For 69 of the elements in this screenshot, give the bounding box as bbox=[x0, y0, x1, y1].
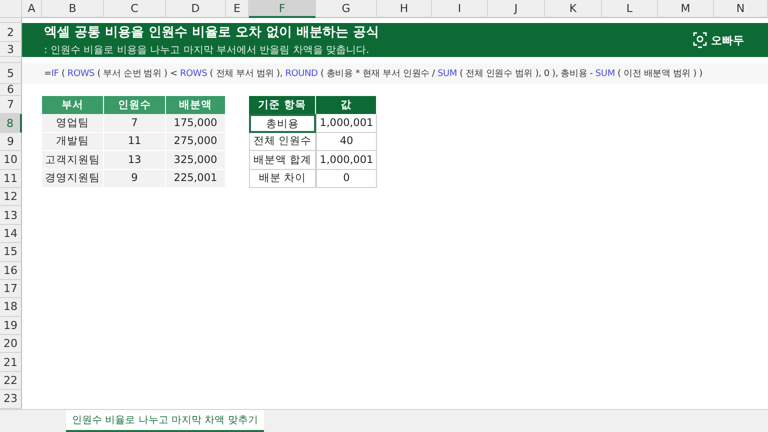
column-header[interactable]: J bbox=[488, 0, 545, 18]
row-number[interactable]: 9 bbox=[0, 132, 22, 152]
table-cell[interactable]: 전체 인원수 bbox=[249, 132, 316, 152]
row-number[interactable]: 19 bbox=[0, 316, 22, 336]
table-cell: 40 bbox=[316, 132, 377, 152]
row-number[interactable]: 18 bbox=[0, 298, 22, 317]
logo-text: 오빠두 bbox=[711, 32, 744, 48]
table-cell[interactable]: 배분액 합계 bbox=[249, 151, 316, 170]
column-header[interactable]: E bbox=[226, 0, 249, 18]
column-header[interactable]: I bbox=[432, 0, 488, 18]
formula-text: =IF ( ROWS ( 부서 순번 범위 ) < ROWS ( 전체 부서 범위 ), ROUND ( 총비용 * 현재 부서 인원수 / SUM ( 전체 인원수 범위 ), 0 ), 총비용 - SUM ( 이전 배분액 범위 ) ) bbox=[44, 68, 702, 80]
column-header[interactable]: H bbox=[377, 0, 432, 18]
row-number[interactable]: 21 bbox=[0, 353, 22, 372]
table-cell: 13 bbox=[104, 151, 166, 170]
row-number[interactable]: 2 bbox=[0, 23, 22, 42]
table-cell[interactable]: 배분 차이 bbox=[249, 170, 316, 188]
row-number[interactable]: 17 bbox=[0, 280, 22, 298]
column-header[interactable]: B bbox=[42, 0, 104, 18]
column-header[interactable]: K bbox=[545, 0, 602, 18]
table-cell: 11 bbox=[104, 132, 166, 152]
column-header[interactable]: M bbox=[658, 0, 714, 18]
table-cell: 225,001 bbox=[166, 170, 226, 188]
table-cell: 0 bbox=[316, 170, 377, 188]
sheet-title: 엑셀 공통 비용을 인원수 비율로 오차 없이 배분하는 공식 bbox=[44, 24, 380, 41]
table-header-cell: 기준 항목 bbox=[249, 96, 316, 114]
row-number[interactable]: 13 bbox=[0, 206, 22, 225]
column-header[interactable]: C bbox=[104, 0, 166, 18]
table-cell: 1,000,001 bbox=[316, 114, 377, 133]
column-header[interactable]: D bbox=[166, 0, 226, 18]
row-number[interactable]: 3 bbox=[0, 42, 22, 57]
table-header-cell: 인원수 bbox=[104, 96, 166, 114]
table-cell: 1,000,001 bbox=[316, 151, 377, 170]
column-header[interactable]: A bbox=[22, 0, 42, 18]
table-cell: 9 bbox=[104, 170, 166, 188]
row-number[interactable]: 5 bbox=[0, 63, 22, 84]
select-all-corner[interactable] bbox=[0, 0, 22, 18]
column-header[interactable]: G bbox=[316, 0, 377, 18]
row-header[interactable] bbox=[0, 57, 22, 63]
row-number[interactable]: 12 bbox=[0, 188, 22, 206]
row-number[interactable]: 15 bbox=[0, 243, 22, 262]
row-number[interactable]: 7 bbox=[0, 96, 22, 114]
sheet-subtitle: : 인원수 비율로 비용을 나누고 마지막 부서에서 반올림 차액을 맞춥니다. bbox=[44, 44, 370, 57]
table-cell: 경영지원팀 bbox=[42, 170, 104, 188]
table-cell[interactable]: 총비용 bbox=[249, 114, 316, 133]
row-number[interactable]: 8 bbox=[0, 114, 22, 133]
row-number[interactable]: 20 bbox=[0, 335, 22, 354]
row-number[interactable]: 16 bbox=[0, 262, 22, 280]
row-number[interactable]: 23 bbox=[0, 390, 22, 409]
row-number[interactable]: 14 bbox=[0, 224, 22, 244]
camera-logo-icon bbox=[693, 32, 707, 48]
table-header-cell: 값 bbox=[316, 96, 377, 114]
row-number[interactable]: 11 bbox=[0, 170, 22, 188]
table-header-cell: 배분액 bbox=[166, 96, 226, 114]
row-number[interactable]: 22 bbox=[0, 372, 22, 390]
row-number[interactable]: 6 bbox=[0, 84, 22, 96]
table-cell: 고객지원팀 bbox=[42, 151, 104, 170]
table-cell: 영업팀 bbox=[42, 114, 104, 133]
row-header[interactable] bbox=[0, 18, 22, 23]
row-number[interactable]: 10 bbox=[0, 151, 22, 170]
table-cell: 325,000 bbox=[166, 151, 226, 170]
column-header[interactable]: L bbox=[602, 0, 658, 18]
table-cell: 개발팀 bbox=[42, 132, 104, 152]
column-header[interactable]: F bbox=[249, 0, 316, 18]
table-cell: 275,000 bbox=[166, 132, 226, 152]
column-header[interactable]: N bbox=[714, 0, 768, 18]
table-header-cell: 부서 bbox=[42, 96, 104, 114]
sheet-tab[interactable]: 인원수 비율로 나누고 마지막 차액 맞추기 bbox=[66, 410, 264, 432]
table-cell: 175,000 bbox=[166, 114, 226, 133]
table-cell: 7 bbox=[104, 114, 166, 133]
